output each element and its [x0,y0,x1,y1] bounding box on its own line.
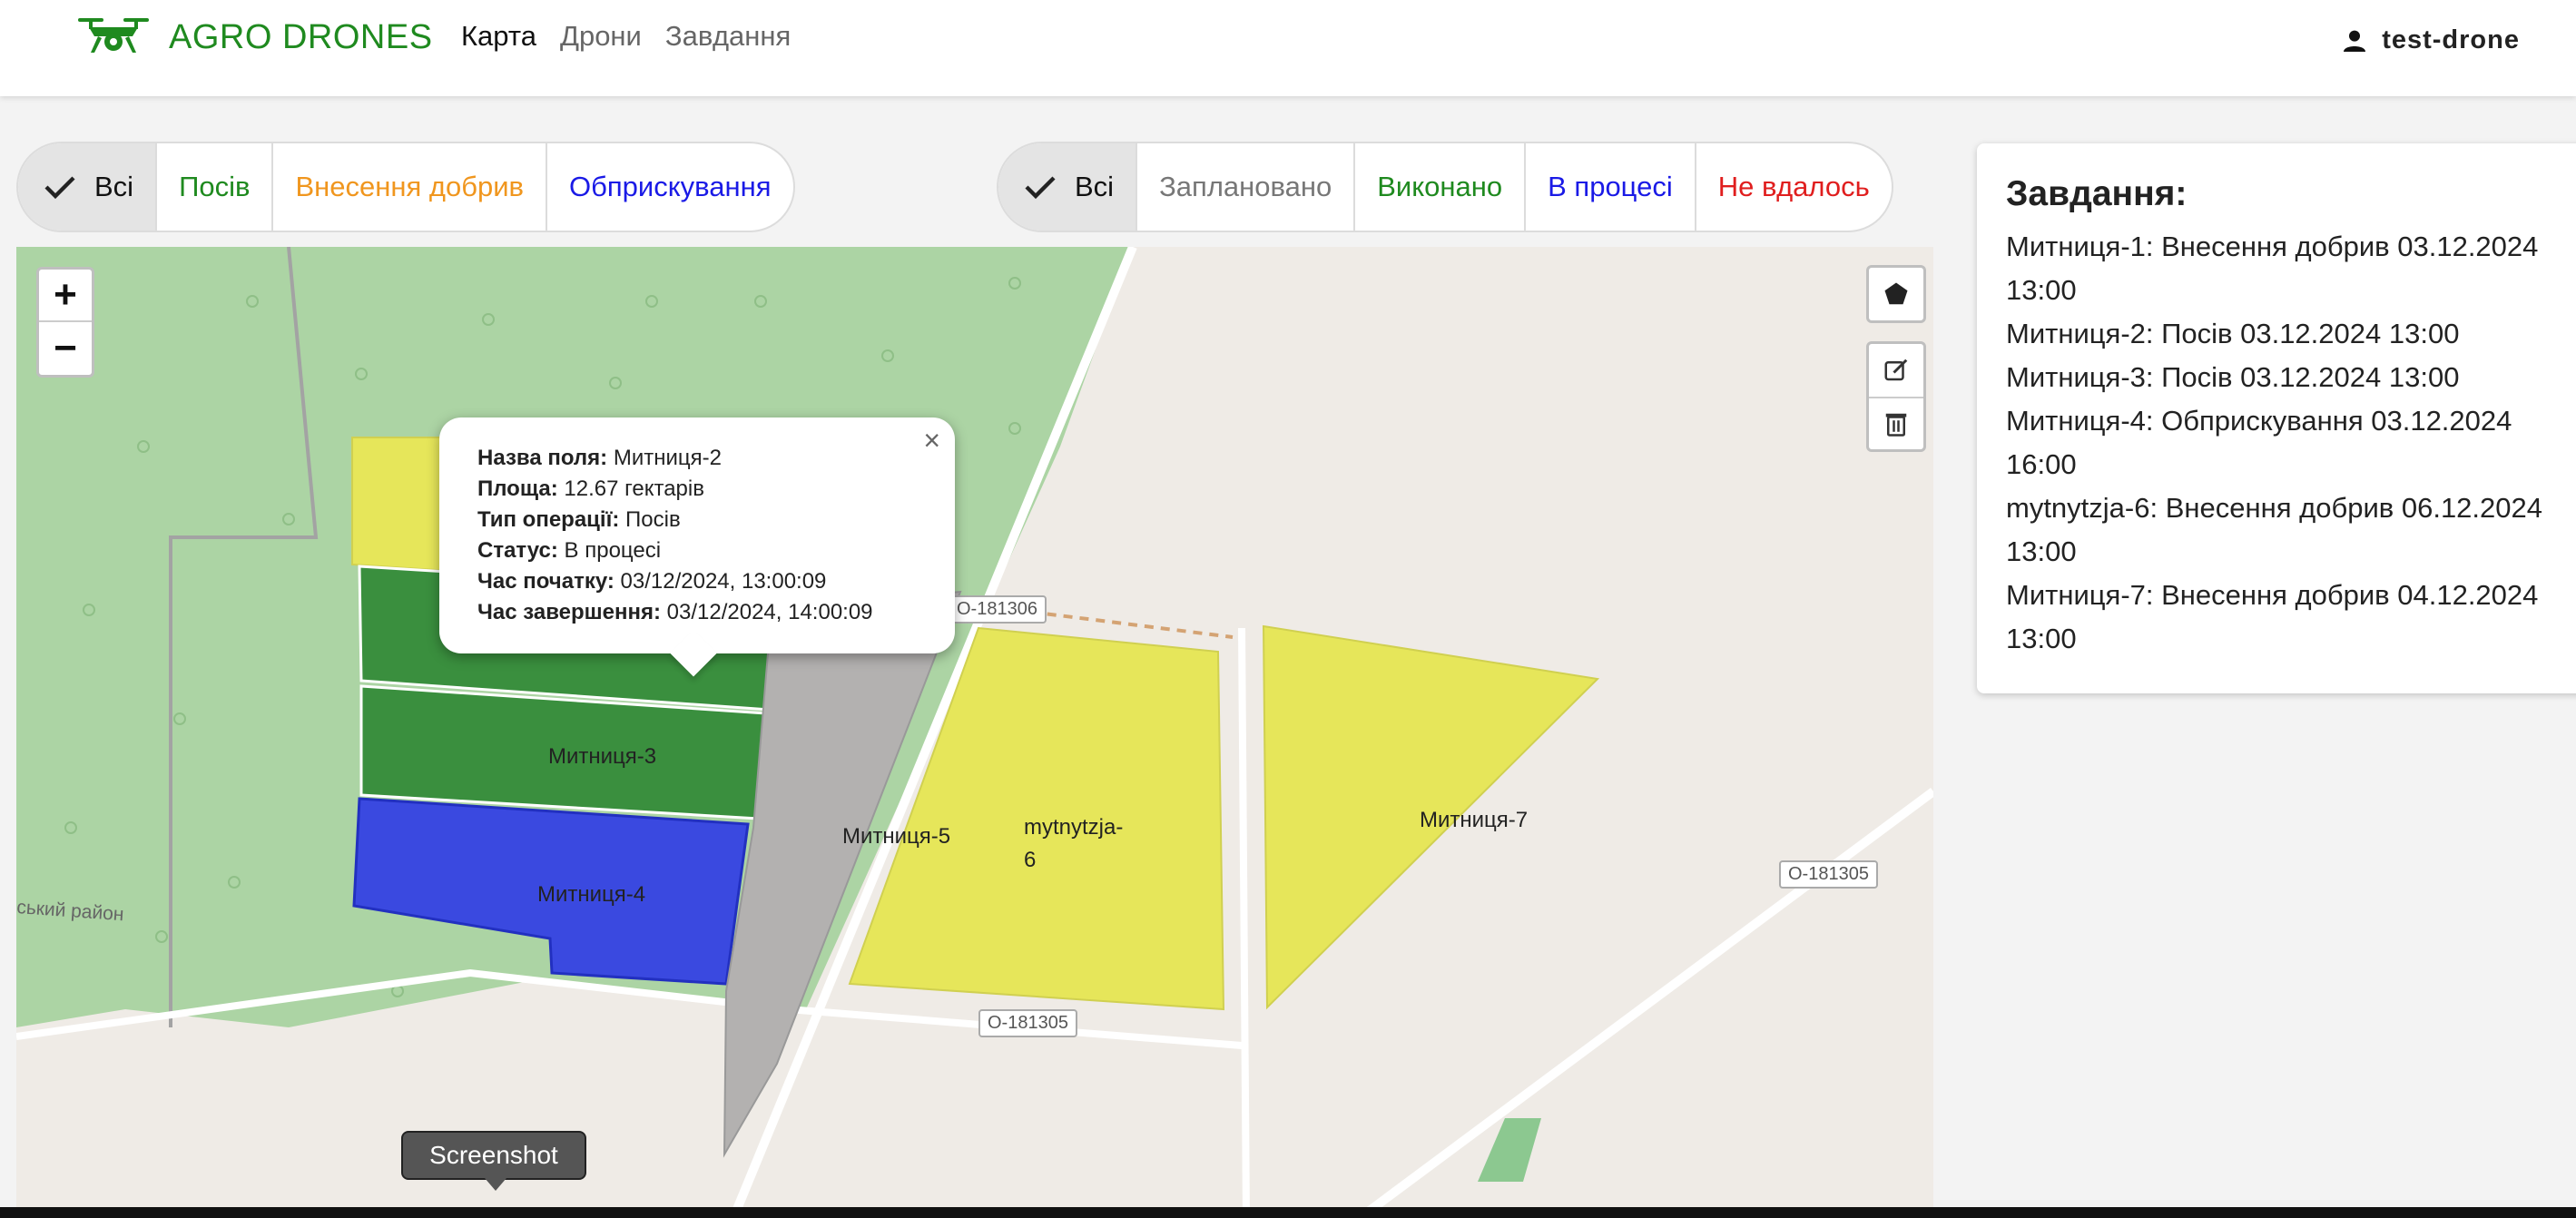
popup-value: В процесі [564,538,662,563]
road [1238,627,1250,1218]
tasks-title: Завдання: [2006,174,2188,213]
status-filter-all[interactable]: Всі [998,143,1136,231]
road-dashed [1014,608,1234,639]
user-icon [2344,30,2366,52]
popup-value: Посів [625,507,681,532]
nav-item-map[interactable]: Карта [461,20,536,53]
popup-row: Статус: В процесі [477,535,955,566]
nav-item-drones[interactable]: Дрони [560,20,642,53]
road-label: O-181306 [948,595,1047,624]
map-canvas[interactable]: ський район [16,247,1933,1218]
zoom-in-button[interactable]: + [39,270,92,322]
popup-value: 03/12/2024, 14:00:09 [666,600,873,624]
field-label-mytnytsia-4: Митниця-4 [537,882,646,907]
status-filter-planned[interactable]: Заплановано [1136,143,1353,231]
status-filter-failed[interactable]: Не вдалось [1694,143,1892,231]
road [1357,787,1933,1218]
road-label: O-181305 [1779,860,1878,889]
polygon-icon [1884,282,1908,305]
popup-label: Тип операції: [477,507,620,532]
check-icon [44,176,75,200]
field-label-mytnytsia-5: Митниця-5 [842,824,951,849]
popup-value: 12.67 гектарів [564,476,704,501]
zoom-out-button[interactable]: − [39,322,92,375]
drone-logo-icon [78,18,149,53]
app-name: AGRO DRONES [169,17,433,56]
field-label-mytnytzja-6-line1: mytnytzja- [1024,815,1124,840]
popup-row: Час завершення: 03/12/2024, 14:00:09 [477,597,955,628]
status-filter: Всі Заплановано Виконано В процесі Не вд… [997,142,1893,232]
field-label-mytnytzja-6-line2: 6 [1024,848,1037,872]
type-filter-fertilizing[interactable]: Внесення добрив [271,143,546,231]
road-label: O-181305 [978,1009,1077,1037]
check-icon [1025,176,1056,200]
popup-label: Площа: [477,476,558,501]
popup-label: Назва поля: [477,446,608,470]
popup-close-button[interactable]: × [923,425,940,456]
bottom-bar [0,1207,2576,1218]
popup-value: 03/12/2024, 13:00:09 [620,569,827,594]
map-view[interactable]: ський район Митниця-3 Митниця-4 Митниця-… [16,247,1933,1218]
popup-label: Статус: [477,538,558,563]
top-navbar: AGRO DRONES Карта Дрони Завдання test-dr… [0,0,2576,96]
nav-item-tasks[interactable]: Завдання [665,20,791,53]
task-item[interactable]: mytnytzja-6: Внесення добрив 06.12.2024 … [2006,486,2576,574]
type-filter-all-label: Всі [94,171,134,202]
brand[interactable]: AGRO DRONES [76,15,433,60]
edit-layers-button[interactable] [1869,344,1923,397]
zoom-control: + − [36,267,94,378]
field-label-mytnytsia-7: Митниця-7 [1420,808,1529,832]
type-filter-spraying[interactable]: Обприскування [546,143,793,231]
draw-toolbar [1866,265,1926,470]
task-item[interactable]: Митниця-2: Посів 03.12.2024 13:00 [2006,312,2576,356]
popup-label: Час завершення: [477,600,661,624]
trash-icon [1885,413,1907,437]
delete-layers-button[interactable] [1869,397,1923,449]
screenshot-tooltip: Screenshot [401,1131,586,1191]
task-item[interactable]: Митниця-3: Посів 03.12.2024 13:00 [2006,356,2576,399]
field-label-mytnytsia-3: Митниця-3 [548,744,657,769]
task-item[interactable]: Митниця-1: Внесення добрив 03.12.2024 13… [2006,225,2576,312]
draw-polygon-button[interactable] [1869,268,1923,320]
popup-value: Митниця-2 [613,446,722,470]
tasks-panel: Завдання: Митниця-1: Внесення добрив 03.… [1977,143,2576,693]
status-filter-done[interactable]: Виконано [1353,143,1524,231]
field-info-popup: × Назва поля: Митниця-2 Площа: 12.67 гек… [439,417,955,677]
type-filter-all[interactable]: Всі [18,143,156,231]
popup-row: Площа: 12.67 гектарів [477,474,955,505]
status-filter-in-progress[interactable]: В процесі [1524,143,1695,231]
popup-row: Час початку: 03/12/2024, 13:00:09 [477,566,955,597]
popup-label: Час початку: [477,569,615,594]
main-nav: Карта Дрони Завдання [461,20,791,53]
username: test-drone [2382,25,2520,54]
type-filter-seeding[interactable]: Посів [155,143,271,231]
task-item[interactable]: Митниця-7: Внесення добрив 04.12.2024 13… [2006,574,2576,661]
status-filter-all-label: Всі [1075,171,1115,202]
popup-row: Назва поля: Митниця-2 [477,443,955,474]
operation-type-filter: Всі Посів Внесення добрив Обприскування [16,142,795,232]
edit-icon [1884,359,1908,381]
popup-row: Тип операції: Посів [477,505,955,535]
task-item[interactable]: Митниця-4: Обприскування 03.12.2024 16:0… [2006,399,2576,486]
user-menu[interactable]: test-drone [2340,25,2520,55]
